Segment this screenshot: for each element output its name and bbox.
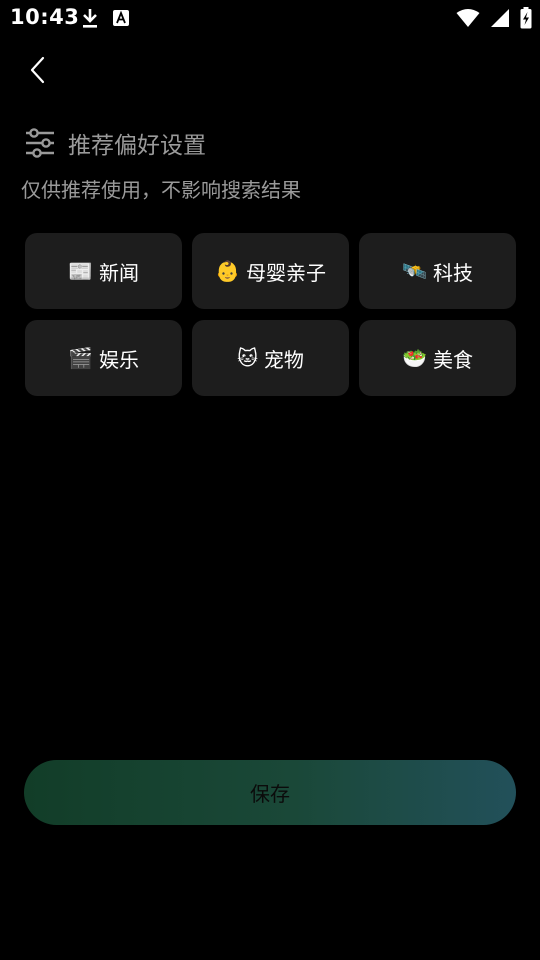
category-label: 科技 <box>432 260 473 285</box>
status-right-icons <box>456 7 532 29</box>
category-label: 宠物 <box>263 347 304 372</box>
category-label: 母婴亲子 <box>245 260 326 285</box>
category-news[interactable]: 📰 新闻 <box>25 233 182 309</box>
category-label: 娱乐 <box>98 347 139 372</box>
category-pets[interactable]: 🐱 宠物 <box>192 320 349 396</box>
category-tech[interactable]: 🛰️ 科技 <box>359 233 516 309</box>
baby-icon: 👶 <box>215 259 240 283</box>
cat-face-icon: 🐱 <box>237 346 258 370</box>
preference-header: 推荐偏好设置 <box>24 126 206 160</box>
salad-icon: 🥗 <box>402 346 427 370</box>
category-label: 美食 <box>432 347 473 372</box>
satellite-icon: 🛰️ <box>402 259 427 283</box>
status-left-icons <box>80 7 130 29</box>
category-label: 新闻 <box>98 260 139 285</box>
category-entertainment[interactable]: 🎬 娱乐 <box>25 320 182 396</box>
status-time: 10:43 <box>10 5 80 29</box>
chevron-left-icon <box>28 55 48 85</box>
battery-charging-icon <box>520 7 532 29</box>
clapperboard-icon: 🎬 <box>68 346 93 370</box>
category-food[interactable]: 🥗 美食 <box>359 320 516 396</box>
a-notification-icon <box>112 9 130 27</box>
category-grid: 📰 新闻 👶 母婴亲子 🛰️ 科技 🎬 娱乐 🐱 宠物 🥗 美食 <box>25 233 516 396</box>
status-bar: 10:43 <box>0 0 540 36</box>
back-button[interactable] <box>18 50 58 90</box>
page-subtitle: 仅供推荐使用，不影响搜索结果 <box>21 178 301 202</box>
download-icon <box>80 7 100 29</box>
page-title: 推荐偏好设置 <box>68 133 206 159</box>
newspaper-icon: 📰 <box>68 259 93 283</box>
wifi-icon <box>456 8 480 28</box>
category-parenting[interactable]: 👶 母婴亲子 <box>192 233 349 309</box>
sliders-icon <box>24 128 56 158</box>
save-button[interactable]: 保存 <box>24 760 516 825</box>
signal-icon <box>490 8 510 28</box>
